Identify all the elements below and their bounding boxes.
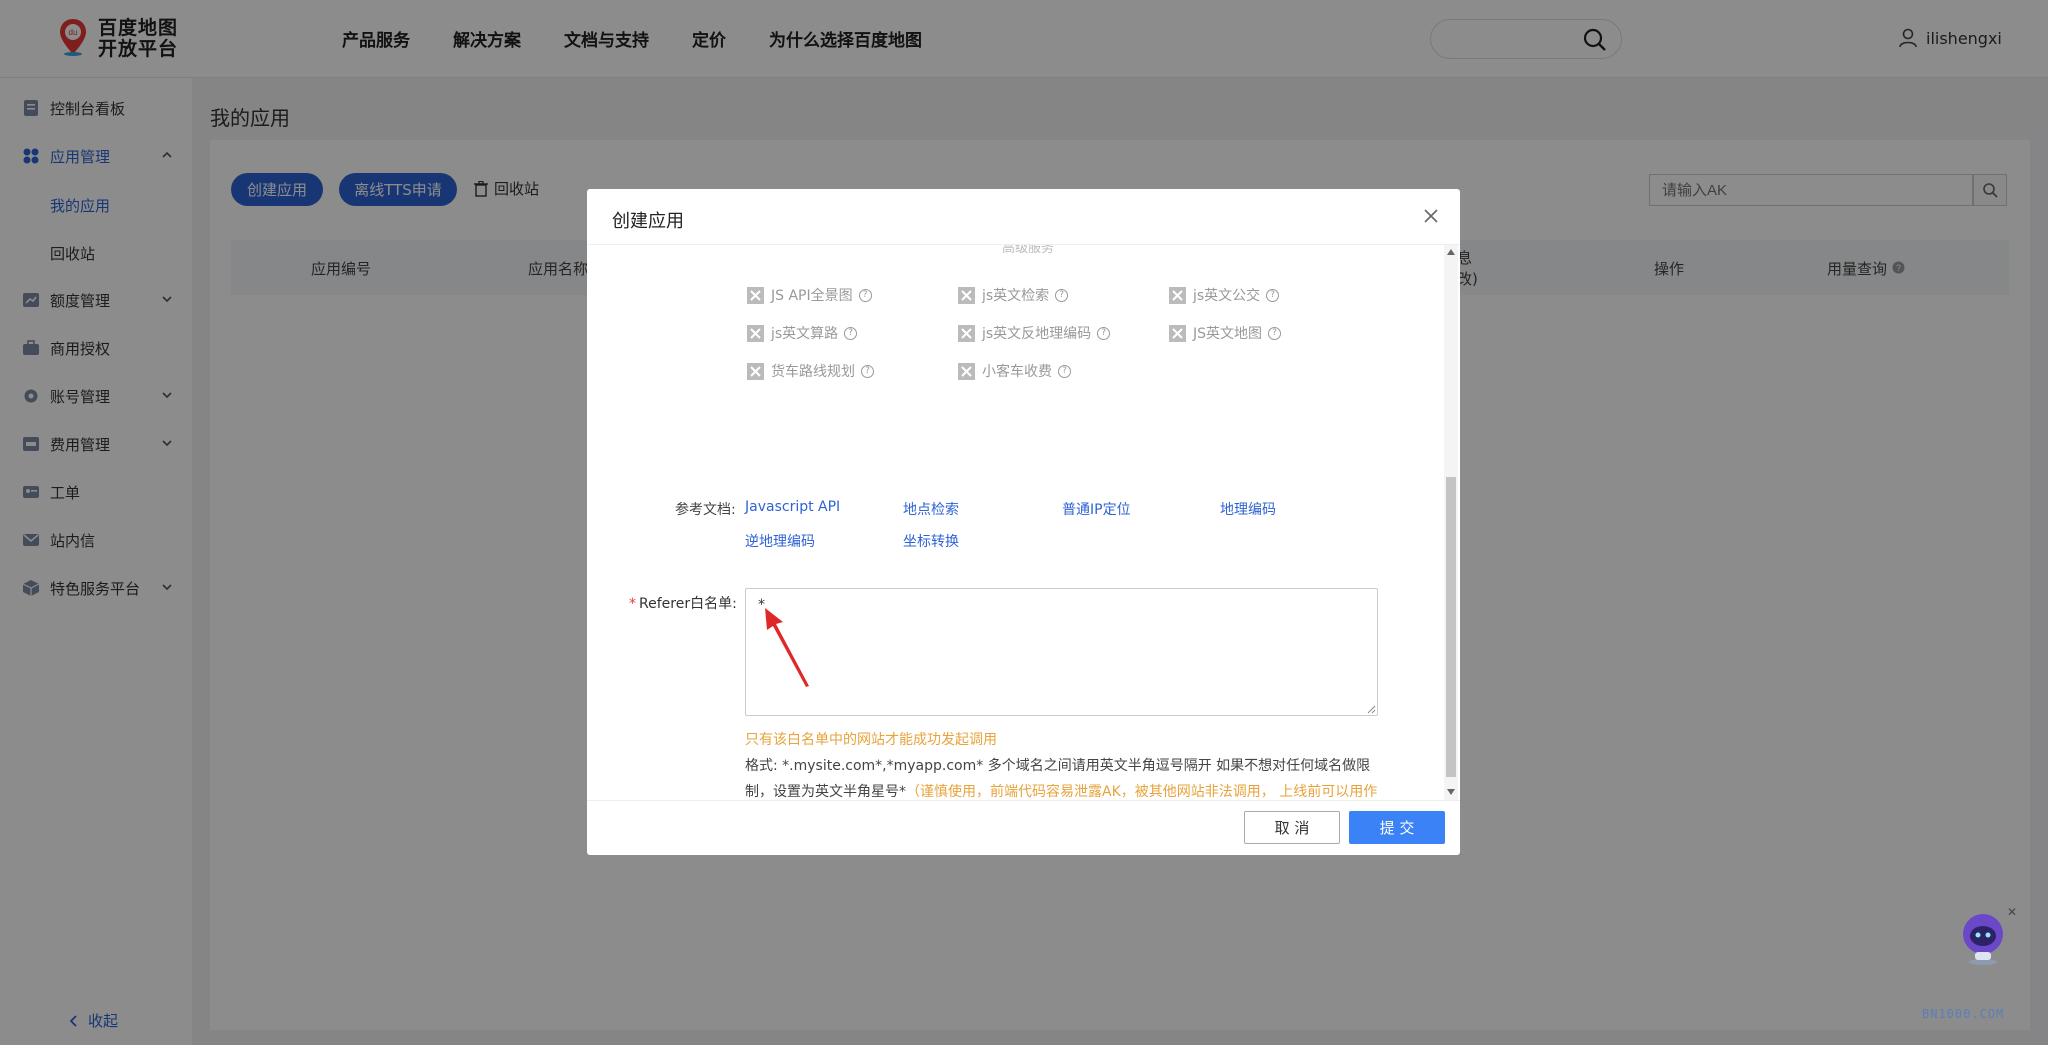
service-checkbox[interactable]: js英文公交? bbox=[1169, 285, 1280, 305]
disabled-checkbox-icon bbox=[1169, 286, 1186, 304]
service-checkbox[interactable]: JS API全景图? bbox=[747, 285, 872, 305]
submit-button[interactable]: 提 交 bbox=[1349, 811, 1445, 844]
disabled-checkbox-icon bbox=[958, 362, 975, 380]
referer-whitelist-textarea[interactable] bbox=[745, 588, 1378, 716]
ref-docs-label: 参考文档: bbox=[675, 502, 736, 518]
ref-link-geocoding[interactable]: 地理编码 bbox=[1220, 499, 1276, 519]
scroll-thumb[interactable] bbox=[1446, 477, 1456, 777]
scroll-up-icon[interactable] bbox=[1447, 249, 1455, 255]
help-icon[interactable]: ? bbox=[858, 288, 872, 302]
service-checkbox[interactable]: js英文反地理编码? bbox=[958, 323, 1111, 343]
resize-grip-icon[interactable] bbox=[1367, 705, 1376, 714]
help-icon[interactable]: ? bbox=[844, 326, 858, 340]
ref-link-place-search[interactable]: 地点检索 bbox=[903, 499, 959, 519]
modal-footer: 取 消 提 交 bbox=[587, 800, 1460, 855]
disabled-checkbox-icon bbox=[958, 324, 975, 342]
help-icon[interactable]: ? bbox=[1097, 326, 1111, 340]
help-icon[interactable]: ? bbox=[1055, 288, 1069, 302]
create-app-modal: 创建应用 高级服务 JS API全景图? js英文检索? js英文公交? js英… bbox=[587, 189, 1460, 855]
service-checkbox[interactable]: 小客车收费? bbox=[958, 361, 1071, 381]
modal-scrollbar[interactable] bbox=[1444, 245, 1458, 800]
section-header-advanced: 高级服务 bbox=[1002, 245, 1055, 256]
ref-link-reverse-geocoding[interactable]: 逆地理编码 bbox=[745, 531, 815, 551]
cancel-button[interactable]: 取 消 bbox=[1244, 811, 1340, 844]
modal-title: 创建应用 bbox=[612, 211, 684, 232]
ref-link-javascript-api[interactable]: Javascript API bbox=[745, 499, 840, 515]
modal-header: 创建应用 bbox=[587, 189, 1460, 245]
whitelist-hint: 只有该白名单中的网站才能成功发起调用 bbox=[745, 732, 997, 748]
disabled-checkbox-icon bbox=[747, 286, 764, 304]
service-checkbox[interactable]: js英文算路? bbox=[747, 323, 858, 343]
help-icon[interactable]: ? bbox=[1058, 364, 1071, 378]
format-instructions: 格式: *.mysite.com*,*myapp.com* 多个域名之间请用英文… bbox=[745, 753, 1385, 800]
service-checkbox[interactable]: JS英文地图? bbox=[1169, 323, 1282, 343]
help-icon[interactable]: ? bbox=[861, 364, 874, 378]
modal-body: 高级服务 JS API全景图? js英文检索? js英文公交? js英文算路? … bbox=[587, 245, 1460, 800]
close-icon[interactable] bbox=[1422, 207, 1440, 225]
robot-close-icon[interactable]: ✕ bbox=[2007, 905, 2017, 919]
assistant-robot-icon[interactable] bbox=[1953, 908, 2013, 968]
help-icon[interactable]: ? bbox=[1268, 326, 1282, 340]
service-checkbox[interactable]: 货车路线规划? bbox=[747, 361, 874, 381]
disabled-checkbox-icon bbox=[747, 324, 764, 342]
help-icon[interactable]: ? bbox=[1266, 288, 1280, 302]
scroll-down-icon[interactable] bbox=[1447, 789, 1455, 795]
disabled-checkbox-icon bbox=[958, 286, 975, 304]
service-checkbox[interactable]: js英文检索? bbox=[958, 285, 1069, 305]
disabled-checkbox-icon bbox=[1169, 324, 1186, 342]
ref-link-coord-convert[interactable]: 坐标转换 bbox=[903, 531, 959, 551]
ref-link-ip-location[interactable]: 普通IP定位 bbox=[1062, 499, 1131, 519]
watermark: BN1000.COM bbox=[1922, 1007, 2005, 1021]
red-arrow-annotation-icon bbox=[765, 608, 809, 687]
referer-label: * Referer白名单: bbox=[629, 596, 737, 612]
disabled-checkbox-icon bbox=[747, 362, 764, 380]
